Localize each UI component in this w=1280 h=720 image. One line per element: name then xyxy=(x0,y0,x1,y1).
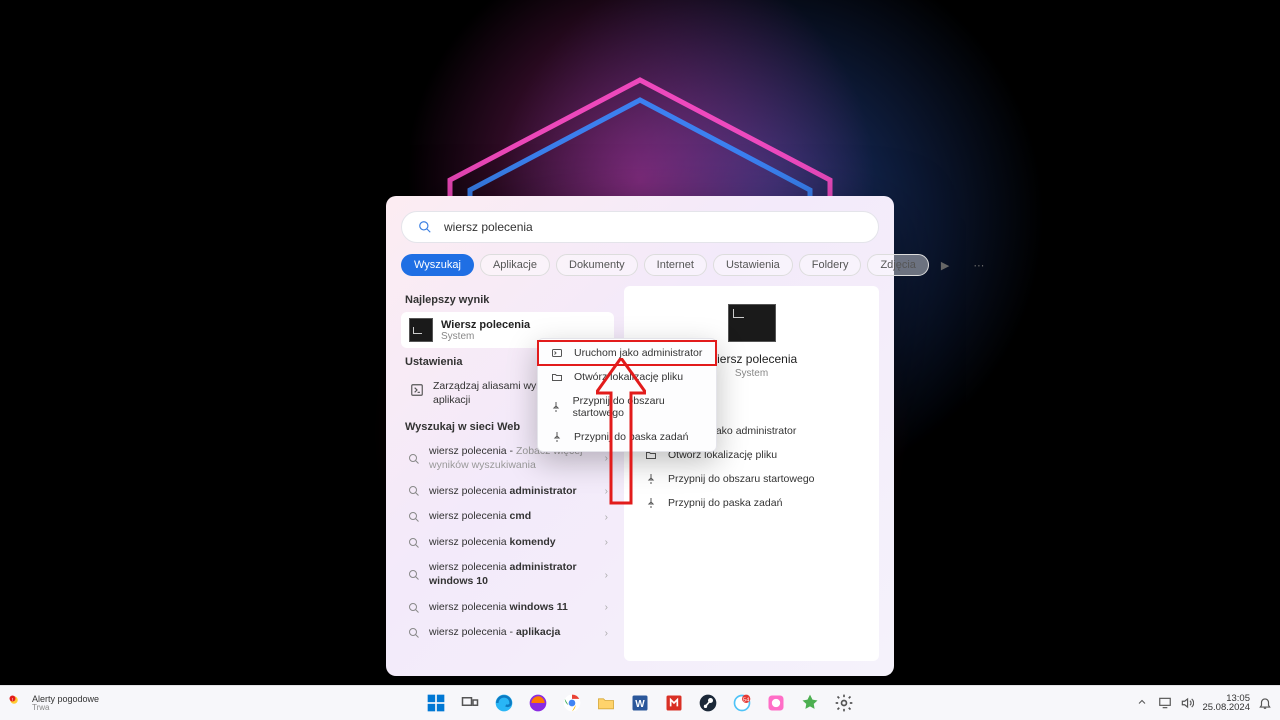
ctx-item-label: Uruchom jako administrator xyxy=(574,347,702,359)
search-box[interactable] xyxy=(401,211,879,243)
section-best-match-header: Najlepszy wynik xyxy=(405,294,624,306)
taskbar-word[interactable]: W xyxy=(627,690,653,716)
preview-action-label: Przypnij do obszaru startowego xyxy=(668,473,815,485)
cmd-prompt-icon xyxy=(728,304,776,342)
taskbar-tray: 13:05 25.08.2024 xyxy=(1136,686,1272,720)
web-item-highlight: cmd xyxy=(510,510,532,522)
taskbar-weather-widget[interactable]: ! Alerty pogodowe Trwa xyxy=(8,686,99,720)
tray-monitor-icon[interactable] xyxy=(1158,696,1172,710)
taskbar-taskview[interactable] xyxy=(457,690,483,716)
web-item-highlight: aplikacja xyxy=(516,626,560,638)
chevron-right-icon: › xyxy=(605,628,608,639)
clock-date: 25.08.2024 xyxy=(1202,703,1250,713)
filter-chip-zdjecia[interactable]: Zdjęcia xyxy=(867,254,928,276)
filter-chip-dokumenty[interactable]: Dokumenty xyxy=(556,254,638,276)
filter-pills: Wyszukaj Aplikacje Dokumenty Internet Us… xyxy=(401,251,879,279)
preview-action-label: Przypnij do paska zadań xyxy=(668,497,782,509)
taskbar-app-2[interactable] xyxy=(763,690,789,716)
weather-alert-icon: ! xyxy=(8,694,26,712)
pin-icon xyxy=(644,497,658,509)
weather-subtitle: Trwa xyxy=(32,704,99,712)
web-item-highlight: komendy xyxy=(510,536,556,548)
chevron-right-icon: › xyxy=(605,570,608,581)
ctx-pin-taskbar[interactable]: Przypnij do paska zadań xyxy=(538,425,716,449)
search-icon xyxy=(407,569,421,581)
tray-notifications-icon[interactable] xyxy=(1258,696,1272,710)
start-button[interactable] xyxy=(423,690,449,716)
search-icon xyxy=(418,220,432,234)
chevron-right-icon: › xyxy=(605,602,608,613)
taskbar-firefox[interactable] xyxy=(525,690,551,716)
taskbar-pdf[interactable] xyxy=(661,690,687,716)
web-item-text: wiersz polecenia xyxy=(429,510,510,522)
search-icon xyxy=(407,627,421,639)
web-result-2[interactable]: wiersz polecenia cmd › xyxy=(401,504,614,530)
web-item-highlight: windows 11 xyxy=(510,601,568,613)
pin-icon xyxy=(644,473,658,485)
web-item-text: wiersz polecenia - xyxy=(429,626,516,638)
search-input[interactable] xyxy=(442,219,862,235)
pin-icon xyxy=(550,401,563,413)
preview-action-pin-taskbar[interactable]: Przypnij do paska zadań xyxy=(624,491,879,515)
pin-icon xyxy=(550,431,564,443)
web-result-6[interactable]: wiersz polecenia - aplikacja › xyxy=(401,620,614,646)
tray-volume-icon[interactable] xyxy=(1180,696,1194,710)
web-item-text: wiersz polecenia xyxy=(429,561,510,573)
search-icon xyxy=(407,537,421,549)
web-result-3[interactable]: wiersz polecenia komendy › xyxy=(401,530,614,556)
filter-chip-foldery[interactable]: Foldery xyxy=(799,254,862,276)
ctx-item-label: Przypnij do paska zadań xyxy=(574,431,688,443)
web-item-text: wiersz polecenia xyxy=(429,485,510,497)
cmd-prompt-icon xyxy=(409,318,433,342)
tray-chevron-up-icon[interactable] xyxy=(1136,696,1150,710)
taskbar-chrome[interactable] xyxy=(559,690,585,716)
web-result-4[interactable]: wiersz polecenia administrator windows 1… xyxy=(401,555,614,594)
search-icon xyxy=(407,485,421,497)
taskbar: ! Alerty pogodowe Trwa W 54 xyxy=(0,685,1280,720)
web-item-text: wiersz polecenia xyxy=(429,536,510,548)
tray-clock[interactable]: 13:05 25.08.2024 xyxy=(1202,694,1250,713)
ctx-item-label: Otwórz lokalizację pliku xyxy=(574,371,683,383)
ctx-item-label: Przypnij do obszaru startowego xyxy=(573,395,704,419)
ctx-run-as-admin[interactable]: Uruchom jako administrator xyxy=(538,341,716,365)
desktop: Wyszukaj Aplikacje Dokumenty Internet Us… xyxy=(0,0,1280,720)
web-item-text: wiersz polecenia - xyxy=(429,445,516,457)
shield-icon xyxy=(550,347,564,359)
chevron-right-icon: › xyxy=(605,537,608,548)
taskbar-explorer[interactable] xyxy=(593,690,619,716)
web-result-1[interactable]: wiersz polecenia administrator › xyxy=(401,479,614,505)
search-icon xyxy=(407,511,421,523)
svg-text:!: ! xyxy=(12,697,13,702)
filter-chip-ustawienia[interactable]: Ustawienia xyxy=(713,254,793,276)
search-icon xyxy=(407,602,421,614)
taskbar-steam[interactable] xyxy=(695,690,721,716)
best-match-subtitle: System xyxy=(441,331,530,342)
context-menu: Uruchom jako administrator Otwórz lokali… xyxy=(537,338,717,452)
taskbar-app-1[interactable]: 54 xyxy=(729,690,755,716)
chevron-right-icon: › xyxy=(605,453,608,464)
web-item-text: wiersz polecenia xyxy=(429,601,510,613)
preview-action-pin-start[interactable]: Przypnij do obszaru startowego xyxy=(624,467,879,491)
chevron-right-icon: › xyxy=(605,486,608,497)
svg-text:54: 54 xyxy=(743,697,750,703)
taskbar-app-3[interactable] xyxy=(797,690,823,716)
taskbar-center: W 54 xyxy=(423,686,857,720)
filters-more-arrow-icon[interactable]: ▶ xyxy=(935,255,955,276)
filter-chip-internet[interactable]: Internet xyxy=(644,254,707,276)
folder-icon xyxy=(550,371,564,383)
ctx-pin-start[interactable]: Przypnij do obszaru startowego xyxy=(538,389,716,425)
taskbar-edge[interactable] xyxy=(491,690,517,716)
filters-more-dots-icon[interactable]: ⋯ xyxy=(967,255,990,276)
ctx-open-location[interactable]: Otwórz lokalizację pliku xyxy=(538,365,716,389)
web-item-highlight: administrator xyxy=(510,485,577,497)
alias-exec-icon xyxy=(409,382,425,398)
chevron-right-icon: › xyxy=(605,512,608,523)
best-match-title: Wiersz polecenia xyxy=(441,319,530,331)
web-result-5[interactable]: wiersz polecenia windows 11 › xyxy=(401,595,614,621)
svg-text:W: W xyxy=(635,699,645,710)
search-icon xyxy=(407,453,421,465)
filter-chip-aplikacje[interactable]: Aplikacje xyxy=(480,254,550,276)
filter-chip-wyszukaj[interactable]: Wyszukaj xyxy=(401,254,474,276)
taskbar-settings[interactable] xyxy=(831,690,857,716)
